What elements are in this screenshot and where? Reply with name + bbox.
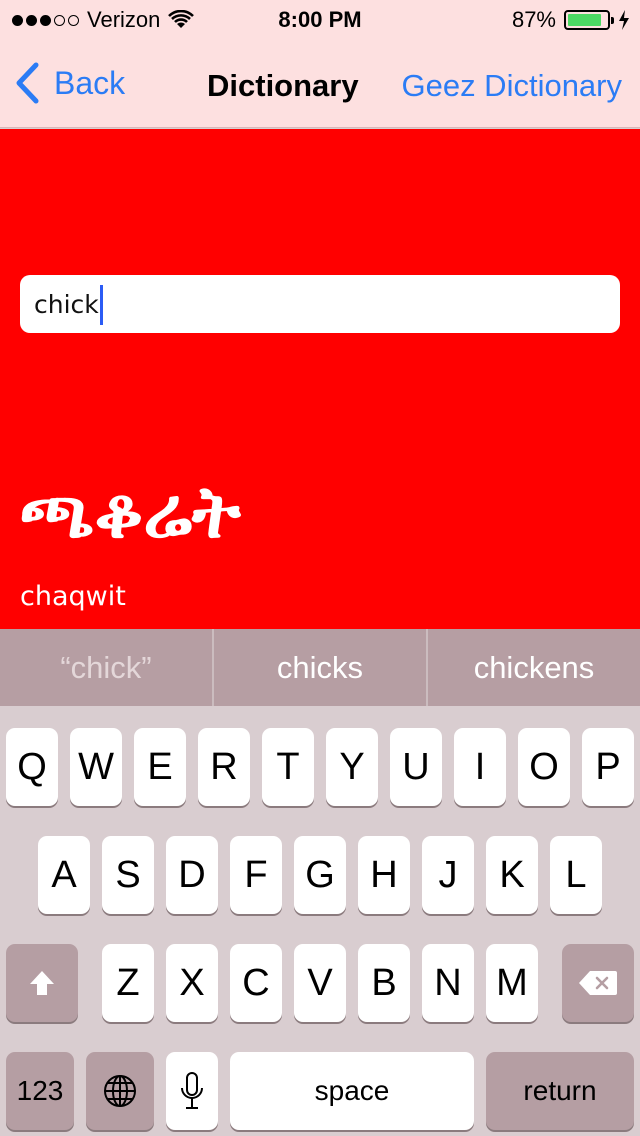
space-key[interactable]: space bbox=[230, 1052, 474, 1130]
suggestion-item[interactable]: chickens bbox=[426, 629, 640, 706]
search-input-value: chick bbox=[34, 290, 99, 319]
key-r[interactable]: R bbox=[198, 728, 250, 806]
numbers-key[interactable]: 123 bbox=[6, 1052, 74, 1130]
shift-key[interactable] bbox=[6, 944, 78, 1022]
key-v[interactable]: V bbox=[294, 944, 346, 1022]
key-m[interactable]: M bbox=[486, 944, 538, 1022]
microphone-icon bbox=[181, 1072, 203, 1109]
battery-fill bbox=[568, 14, 602, 26]
key-x[interactable]: X bbox=[166, 944, 218, 1022]
chevron-left-icon bbox=[16, 62, 39, 104]
status-bar: Verizon 8:00 PM 87% bbox=[0, 0, 640, 40]
battery-percent: 87% bbox=[511, 7, 556, 32]
geez-dictionary-button[interactable]: Geez Dictionary bbox=[401, 68, 622, 104]
key-u[interactable]: U bbox=[390, 728, 442, 806]
globe-icon bbox=[104, 1075, 136, 1107]
page-title: Dictionary bbox=[207, 68, 359, 103]
globe-key[interactable] bbox=[86, 1052, 154, 1130]
navigation-bar: Back Dictionary Geez Dictionary bbox=[0, 40, 640, 128]
suggestion-item[interactable]: chicks bbox=[212, 629, 426, 706]
back-label: Back bbox=[54, 64, 126, 101]
shift-icon bbox=[30, 971, 54, 995]
key-f[interactable]: F bbox=[230, 836, 282, 914]
predictive-suggestion-bar: “chick” chicks chickens bbox=[0, 629, 640, 706]
status-right: 87% bbox=[512, 7, 630, 33]
key-w[interactable]: W bbox=[70, 728, 122, 806]
text-cursor bbox=[99, 285, 103, 325]
key-h[interactable]: H bbox=[358, 836, 410, 914]
back-button[interactable]: Back bbox=[14, 62, 125, 104]
backspace-icon bbox=[579, 971, 617, 995]
key-j[interactable]: J bbox=[422, 836, 474, 914]
charging-icon bbox=[619, 10, 629, 30]
key-g[interactable]: G bbox=[294, 836, 346, 914]
key-i[interactable]: I bbox=[454, 728, 506, 806]
key-k[interactable]: K bbox=[486, 836, 538, 914]
transliteration: chaqwit bbox=[20, 581, 126, 612]
keyboard: Q W E R T Y U I O P A S D F G H J K L Z … bbox=[0, 706, 640, 1136]
key-b[interactable]: B bbox=[358, 944, 410, 1022]
key-e[interactable]: E bbox=[134, 728, 186, 806]
key-q[interactable]: Q bbox=[6, 728, 58, 806]
key-l[interactable]: L bbox=[550, 836, 602, 914]
return-key[interactable]: return bbox=[486, 1052, 634, 1130]
delete-key[interactable] bbox=[562, 944, 634, 1022]
dictation-key[interactable] bbox=[166, 1052, 218, 1130]
geez-translation: ጫቆሬት bbox=[20, 469, 241, 554]
key-s[interactable]: S bbox=[102, 836, 154, 914]
key-y[interactable]: Y bbox=[326, 728, 378, 806]
key-p[interactable]: P bbox=[582, 728, 634, 806]
key-o[interactable]: O bbox=[518, 728, 570, 806]
key-d[interactable]: D bbox=[166, 836, 218, 914]
key-c[interactable]: C bbox=[230, 944, 282, 1022]
search-input[interactable]: chick bbox=[20, 275, 620, 333]
key-t[interactable]: T bbox=[262, 728, 314, 806]
battery-icon bbox=[564, 10, 614, 30]
suggestion-item[interactable]: “chick” bbox=[0, 629, 212, 706]
key-a[interactable]: A bbox=[38, 836, 90, 914]
key-n[interactable]: N bbox=[422, 944, 474, 1022]
dictionary-panel: chick ጫቆሬት chaqwit bbox=[0, 129, 640, 629]
key-z[interactable]: Z bbox=[102, 944, 154, 1022]
